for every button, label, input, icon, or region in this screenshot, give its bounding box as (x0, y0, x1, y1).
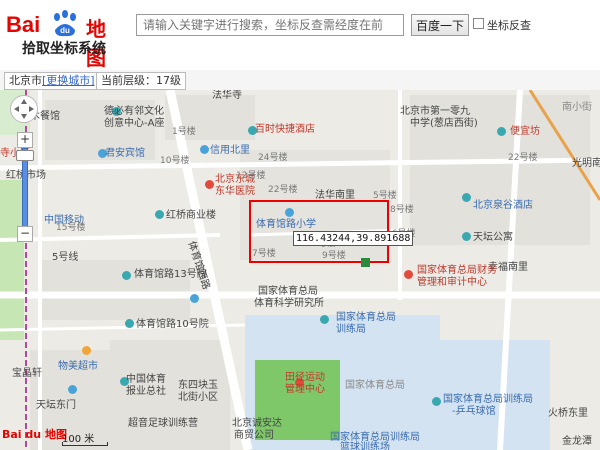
zoom-slider-thumb[interactable] (16, 150, 34, 161)
map-label: -乒乓球馆 (452, 406, 496, 417)
reverse-lookup-checkbox[interactable] (473, 18, 484, 29)
map-label: 中学(葱店西街) (410, 118, 478, 129)
map-label: 体育馆路13号院 (134, 269, 207, 280)
building-label: 22号楼 (508, 153, 538, 163)
building-label: 24号楼 (258, 153, 288, 163)
marker-icon[interactable] (361, 258, 370, 267)
map-canvas[interactable]: 法华寺 德必有邻文化 创意中心-A座 林木餐馆 北京市第一零九 中学(葱店西街)… (0, 90, 600, 450)
scale-bar (62, 442, 108, 446)
map-label: 篮球训练场 (340, 442, 390, 450)
map-label: 体育馆路10号院 (136, 319, 209, 330)
map-label: 国家体育总局训练局 (443, 394, 533, 405)
map-label: 东四块玉 (178, 380, 218, 391)
map-label: 北街小区 (178, 392, 218, 403)
map-label: 体育科学研究所 (254, 298, 324, 309)
map-label: 北京诚安达 (232, 418, 282, 429)
paw-icon: du (54, 10, 76, 37)
city-indicator: 北京市[更换城市] (4, 72, 100, 90)
map-label: 便宜坊 (510, 126, 540, 137)
office-icon[interactable] (404, 270, 413, 279)
poi-icon[interactable] (200, 145, 209, 154)
info-bar: 北京市[更换城市] 当前层级：17级 (0, 70, 600, 91)
building-label: 15号楼 (56, 223, 86, 233)
map-watermark-logo: Bai du 地图 (2, 428, 67, 441)
map-label: 国家体育总局 (345, 380, 405, 391)
building-label: 10号楼 (160, 156, 190, 166)
map-label: 天坛东门 (36, 400, 76, 411)
search-button[interactable]: 百度一下 (411, 14, 469, 36)
map-label: 光明南里 (572, 158, 600, 169)
map-label: 商贸公司 (234, 430, 274, 441)
hotel-icon[interactable] (462, 193, 471, 202)
search-input[interactable] (136, 14, 404, 36)
parking-icon[interactable] (190, 294, 199, 303)
map-label: 训练局 (336, 324, 366, 335)
map-label: 北京市第一零九 (400, 106, 470, 117)
zoom-in-button[interactable]: + (17, 132, 33, 148)
building-label: 22号楼 (268, 185, 298, 195)
building-label: 1号楼 (172, 127, 196, 137)
hospital-icon[interactable] (205, 180, 214, 189)
map-label: 创意中心-A座 (104, 118, 165, 129)
map-label: 百时快捷酒店 (255, 124, 315, 135)
zoom-level-indicator: 当前层级：17级 (96, 72, 186, 90)
page-title: 拾取坐标系统 (22, 41, 106, 57)
poi-icon[interactable] (122, 271, 131, 280)
map-label: 红桥商业楼 (166, 210, 216, 221)
poi-icon[interactable] (462, 232, 471, 241)
svg-text:du: du (60, 26, 70, 35)
map-label: 君安宾馆 (105, 148, 145, 159)
map-label: 国家体育总局财务 (417, 265, 497, 276)
map-label: 物美超市 (58, 361, 98, 372)
map-label: 管理中心 (285, 384, 325, 395)
poi-icon[interactable] (320, 315, 329, 324)
map-label: 宝晶轩 (12, 368, 42, 379)
map-label: 金龙潭 (562, 436, 592, 447)
map-label: 法华寺 (212, 90, 242, 101)
change-city-link[interactable]: [更换城市] (42, 74, 95, 87)
poi-icon[interactable] (432, 397, 441, 406)
map-label: 火桥东里 (548, 408, 588, 419)
baidu-map-logo[interactable]: Bai du 地图 (6, 10, 116, 70)
map-label: 管理和审计中心 (417, 277, 487, 288)
map-label: 南小街 (562, 102, 592, 113)
map-label: 中国体育 (126, 374, 166, 385)
logo-text-bai: Bai (6, 12, 41, 37)
header: Bai du 地图 拾取坐标系统 百度一下 坐标反查 (0, 0, 600, 70)
map-label: 东华医院 (215, 186, 255, 197)
poi-icon[interactable] (155, 210, 164, 219)
pan-control[interactable] (10, 95, 38, 123)
coordinate-tooltip: 116.43244,39.891688 (293, 231, 414, 246)
map-label: 超音足球训练营 (128, 418, 198, 429)
building-label: 12号楼 (236, 171, 266, 181)
map-label: 信用北里 (210, 145, 250, 156)
reverse-lookup-label: 坐标反查 (487, 19, 531, 32)
map-label: 北京泉谷酒店 (473, 200, 533, 211)
poi-icon[interactable] (497, 127, 506, 136)
zoom-out-button[interactable]: − (17, 226, 33, 242)
map-label: 国家体育总局 (336, 312, 396, 323)
poi-icon[interactable] (125, 319, 134, 328)
building-label: 8号楼 (390, 205, 414, 215)
map-label: 国家体育总局 (258, 286, 318, 297)
metro-station-icon[interactable] (82, 346, 91, 355)
metro-station-icon[interactable] (68, 385, 77, 394)
city-name: 北京市 (9, 74, 42, 87)
map-label: 天坛公寓 (473, 232, 513, 243)
map-label: 报业总社 (126, 386, 166, 397)
metro-line-label: 5号线 (52, 252, 79, 263)
map-label: 德必有邻文化 (104, 106, 164, 117)
map-label: 田径运动 (285, 372, 325, 383)
pan-arrows-icon (14, 99, 34, 119)
